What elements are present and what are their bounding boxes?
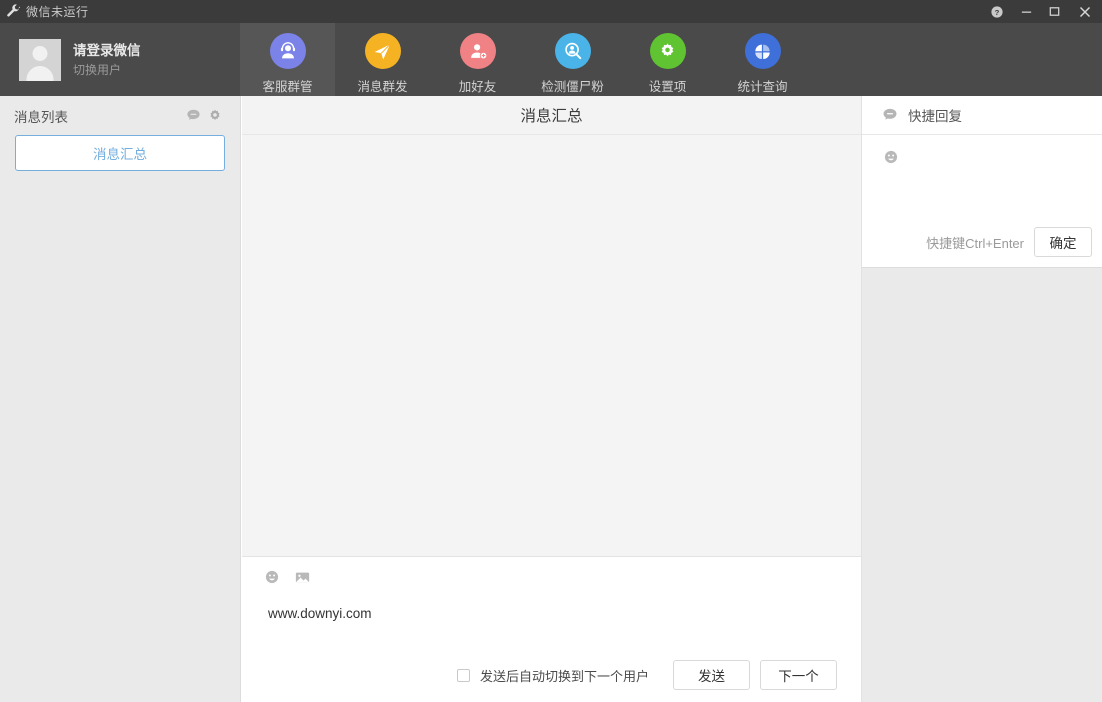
sidebar-header: 消息列表 — [0, 96, 240, 135]
auto-switch-checkbox[interactable] — [457, 669, 470, 682]
title-bar: 微信未运行 ? — [0, 0, 1102, 23]
auto-switch-label: 发送后自动切换到下一个用户 — [480, 666, 649, 685]
nav-label: 消息群发 — [357, 76, 407, 95]
nav-item-settings[interactable]: 设置项 — [620, 23, 715, 96]
main-header: 消息汇总 — [242, 96, 861, 135]
quick-reply-toolbar — [862, 135, 1102, 167]
composer-footer: 发送后自动切换到下一个用户 发送 下一个 — [242, 660, 861, 690]
window-title: 微信未运行 — [26, 3, 89, 20]
avatar-body — [27, 66, 54, 81]
switch-user-link[interactable]: 切换用户 — [73, 61, 141, 79]
send-button[interactable]: 发送 — [673, 660, 750, 690]
pie-chart-icon — [745, 33, 781, 69]
nav-label: 客服群管 — [262, 76, 312, 95]
nav-label: 设置项 — [649, 76, 687, 95]
app-header: 请登录微信 切换用户 客服群管 — [0, 23, 1102, 96]
emoji-smiley-icon[interactable] — [262, 567, 282, 587]
avatar — [19, 39, 61, 81]
message-list-sidebar: 消息列表 消息汇总 — [0, 96, 241, 702]
quick-reply-footer: 快捷键Ctrl+Enter 确定 — [926, 227, 1092, 257]
avatar-head — [33, 46, 48, 61]
headset-agent-icon — [270, 33, 306, 69]
nav-item-detect-zombie-fans[interactable]: 检测僵尸粉 — [525, 23, 620, 96]
quick-reply-editor[interactable]: 快捷键Ctrl+Enter 确定 — [862, 135, 1102, 268]
message-area[interactable] — [242, 135, 861, 557]
emoji-smiley-icon[interactable] — [881, 147, 901, 167]
image-picture-icon[interactable] — [292, 567, 312, 587]
quick-reply-panel: 快捷回复 快捷键Ctrl+Enter 确定 — [861, 96, 1102, 702]
nav-label: 统计查询 — [737, 76, 787, 95]
gear-icon[interactable] — [204, 105, 226, 127]
app-window: 微信未运行 ? 请登录微信 切换 — [0, 0, 1102, 702]
chat-bubble-minus-icon[interactable] — [182, 105, 204, 127]
account-block[interactable]: 请登录微信 切换用户 — [0, 23, 240, 96]
gear-icon — [650, 33, 686, 69]
nav-label: 加好友 — [459, 76, 497, 95]
user-search-icon — [555, 33, 591, 69]
nav-item-add-friend[interactable]: 加好友 — [430, 23, 525, 96]
page-title: 消息汇总 — [520, 104, 582, 126]
confirm-button[interactable]: 确定 — [1034, 227, 1092, 257]
account-name: 请登录微信 — [73, 41, 141, 60]
help-icon[interactable]: ? — [982, 0, 1012, 23]
composer: www.downyi.com 发送后自动切换到下一个用户 发送 下一个 — [242, 557, 861, 701]
quick-reply-header: 快捷回复 — [862, 96, 1102, 135]
maximize-button[interactable] — [1040, 0, 1068, 23]
chat-bubble-icon — [880, 106, 899, 125]
svg-text:?: ? — [995, 8, 1000, 17]
wrench-icon — [0, 0, 26, 23]
nav-item-customer-service[interactable]: 客服群管 — [240, 23, 335, 96]
minimize-button[interactable] — [1012, 0, 1040, 23]
close-button[interactable] — [1068, 0, 1102, 23]
main-panel: 消息汇总 — [242, 96, 861, 702]
main-nav: 客服群管 消息群发 — [240, 23, 810, 96]
list-item[interactable]: 消息汇总 — [15, 135, 225, 171]
sidebar-title: 消息列表 — [14, 106, 182, 126]
nav-item-statistics[interactable]: 统计查询 — [715, 23, 810, 96]
next-button[interactable]: 下一个 — [760, 660, 837, 690]
nav-item-mass-message[interactable]: 消息群发 — [335, 23, 430, 96]
message-list: 消息汇总 — [0, 135, 240, 171]
composer-text[interactable]: www.downyi.com — [242, 589, 861, 621]
account-text: 请登录微信 切换用户 — [73, 41, 141, 79]
add-user-icon — [460, 33, 496, 69]
quick-reply-title: 快捷回复 — [908, 105, 962, 125]
nav-label: 检测僵尸粉 — [541, 76, 604, 95]
composer-toolbar — [242, 557, 861, 589]
paper-plane-icon — [365, 33, 401, 69]
list-item-label: 消息汇总 — [93, 143, 147, 163]
shortcut-hint: 快捷键Ctrl+Enter — [926, 233, 1024, 252]
